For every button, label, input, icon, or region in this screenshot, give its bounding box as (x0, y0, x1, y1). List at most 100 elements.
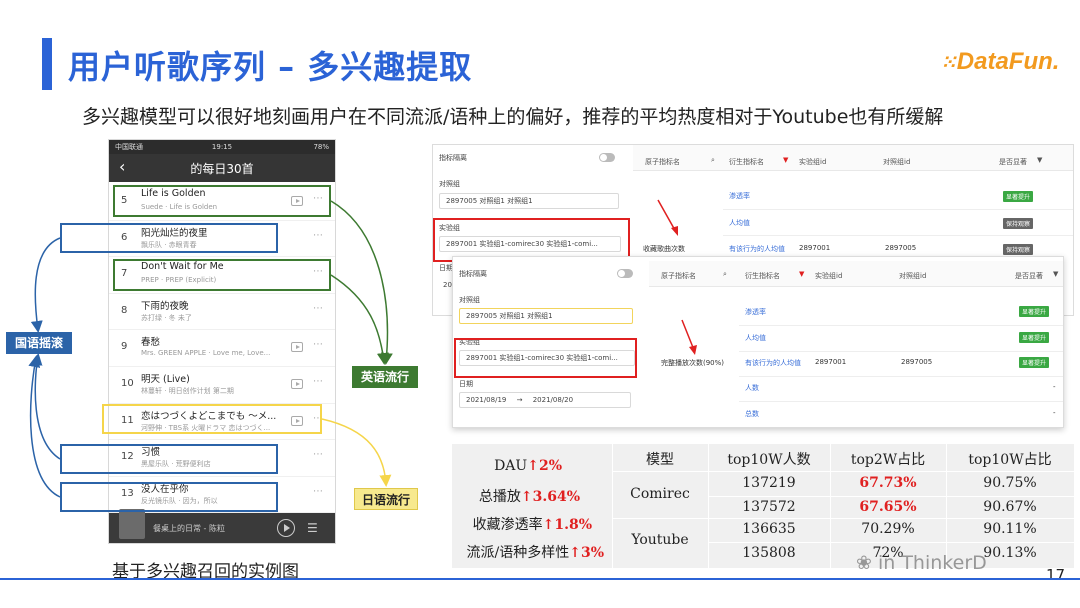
ctrl-id-value: 2897005 (901, 358, 933, 366)
derived-metric-link[interactable]: 有该行为的人均值 (745, 358, 801, 368)
date-range-picker[interactable]: 2021/08/19 → 2021/08/20 (459, 392, 631, 408)
cell: 137219 (742, 475, 796, 491)
red-arrow-top (657, 199, 678, 236)
results-table: DAU↑2% 总播放↑3.64% 收藏渗透率↑1.8% 流派/语种多样性↑3% … (452, 444, 1074, 568)
significance-badge: 显著提升 (1019, 357, 1050, 368)
cell: 90.11% (983, 521, 1037, 537)
col-ctrl-id: 对照组id (883, 158, 911, 166)
metric-gain: ↑1.8% (542, 517, 592, 533)
cell: 137572 (742, 499, 796, 515)
connector-yellow (321, 418, 392, 487)
isolation-toggle[interactable] (617, 269, 633, 278)
row-divider (723, 235, 1073, 236)
header-top10w-count: top10W人数 (727, 452, 811, 468)
col-significance: 是否显著 (1015, 272, 1043, 280)
metric-collect-rate: 收藏渗透率↑1.8% (472, 517, 592, 533)
cell: 70.29% (861, 521, 915, 537)
header-model: 模型 (646, 452, 674, 468)
row-divider (708, 542, 1074, 543)
row-divider (739, 325, 1063, 326)
footer-divider (0, 578, 1080, 580)
red-highlight-box (454, 338, 637, 378)
exp-id-value: 2897001 (815, 358, 847, 366)
filter-icon[interactable]: ▼ (799, 270, 804, 278)
atom-metric-name: 收藏歌曲次数 (643, 245, 685, 253)
row-divider (612, 518, 1074, 519)
derived-metric-link[interactable]: 人均值 (729, 218, 750, 228)
empty-dash: - (1053, 409, 1056, 417)
col-exp-id: 实验组id (815, 272, 843, 280)
page-number: 17 (1046, 566, 1066, 584)
isolation-toggle[interactable] (599, 153, 615, 162)
wechat-icon: ❀ (856, 552, 872, 574)
derived-metric-link[interactable]: 人数 (745, 383, 759, 393)
metric-gain: ↑3% (569, 545, 604, 561)
connector-green (330, 274, 389, 365)
tag-mandarin-rock: 国语摇滚 (6, 332, 72, 354)
cell: 135808 (742, 545, 796, 561)
tag-english-pop: 英语流行 (352, 366, 418, 388)
model-youtube: Youtube (631, 532, 689, 548)
row-divider (739, 376, 1063, 377)
derived-metric-link[interactable]: 总数 (745, 409, 759, 419)
ctrl-id-value: 2897005 (885, 244, 917, 252)
date-arrow: → (516, 396, 523, 404)
exp-id-value: 2897001 (799, 244, 831, 252)
toggle-label: 指标隔离 (459, 270, 487, 278)
date-label: 日期 (439, 264, 453, 272)
tag-japanese-pop: 日语流行 (354, 488, 418, 510)
search-icon[interactable]: ⌕ (711, 156, 715, 165)
header-top10w-ratio: top10W占比 (968, 452, 1052, 468)
date-label: 日期 (459, 380, 473, 388)
metric-total-play: 总播放↑3.64% (478, 489, 580, 505)
metric-gain: ↑2% (527, 458, 562, 474)
cell: 90.75% (983, 475, 1037, 491)
col-atom-name: 原子指标名 (645, 158, 680, 166)
col-derived-name: 衍生指标名 (729, 158, 764, 166)
date-to: 2021/08/20 (532, 396, 574, 404)
empty-dash: - (1053, 383, 1056, 391)
cell: 136635 (742, 521, 796, 537)
metric-diversity: 流派/语种多样性↑3% (466, 545, 605, 561)
metrics-table-header (649, 261, 1063, 287)
row-divider (708, 496, 1074, 497)
derived-metric-link[interactable]: 渗透率 (729, 191, 750, 201)
connector-blue (30, 353, 61, 460)
col-ctrl-id: 对照组id (899, 272, 927, 280)
row-divider (739, 351, 1063, 352)
cell-highlight: 67.73% (859, 475, 917, 491)
col-derived-name: 衍生指标名 (745, 272, 780, 280)
control-group-label: 对照组 (439, 180, 460, 188)
header-top2w-ratio: top2W占比 (850, 452, 926, 468)
row-divider (739, 401, 1063, 402)
cell: 90.67% (983, 499, 1037, 515)
row-divider (612, 471, 1074, 472)
date-from: 2021/08/19 (466, 396, 507, 404)
filter-icon[interactable]: ▼ (1053, 270, 1058, 278)
col-atom-name: 原子指标名 (661, 272, 696, 280)
metric-gain: ↑3.64% (520, 489, 580, 505)
derived-metric-link[interactable]: 渗透率 (745, 307, 766, 317)
derived-metric-link[interactable]: 人均值 (745, 333, 766, 343)
control-group-select[interactable]: 2897005 对照组1 对照组1 (459, 308, 633, 324)
model-comirec: Comirec (630, 486, 690, 502)
significance-badge: 保持观察 (1003, 218, 1034, 229)
date-value: 20 (443, 281, 452, 289)
cell-highlight: 67.65% (859, 499, 917, 515)
watermark: ❀ in ThinkerD (856, 552, 987, 574)
search-icon[interactable]: ⌕ (723, 270, 727, 279)
significance-badge: 显著提升 (1003, 191, 1034, 202)
col-significance: 是否显著 (999, 158, 1027, 166)
row-divider (723, 209, 1073, 210)
significance-badge: 显著提升 (1019, 332, 1050, 343)
filter-icon[interactable]: ▼ (1037, 156, 1042, 164)
control-group-select[interactable]: 2897005 对照组1 对照组1 (439, 193, 619, 209)
filter-icon[interactable]: ▼ (783, 156, 788, 164)
col-exp-id: 实验组id (799, 158, 827, 166)
atom-metric-name: 完整播放次数(90%) (661, 359, 725, 367)
toggle-label: 指标隔离 (439, 154, 467, 162)
red-arrow-bottom (681, 319, 697, 355)
derived-metric-link[interactable]: 有该行为的人均值 (729, 244, 785, 254)
control-group-label: 对照组 (459, 296, 480, 304)
connector-blue (30, 237, 61, 333)
